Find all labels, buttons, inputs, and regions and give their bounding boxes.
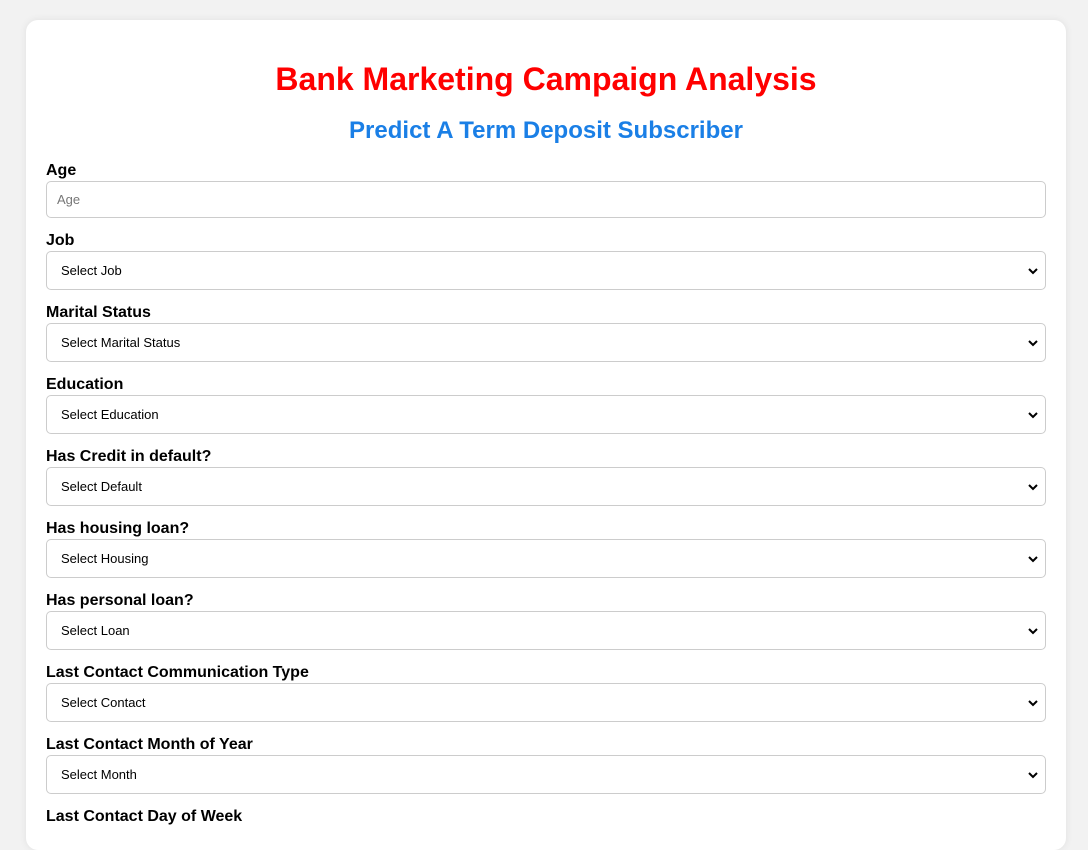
form-card: Bank Marketing Campaign Analysis Predict… <box>26 20 1066 850</box>
loan-label: Has personal loan? <box>46 592 194 609</box>
age-label: Age <box>46 162 77 179</box>
job-select[interactable]: Select Job <box>46 251 1046 290</box>
month-select[interactable]: Select Month <box>46 755 1046 794</box>
marital-select[interactable]: Select Marital Status <box>46 323 1046 362</box>
month-label: Last Contact Month of Year <box>46 736 253 753</box>
marital-field-group: Marital Status Select Marital Status <box>46 304 1046 362</box>
page-title: Bank Marketing Campaign Analysis <box>275 61 817 97</box>
housing-label: Has housing loan? <box>46 520 190 537</box>
loan-select[interactable]: Select Loan <box>46 611 1046 650</box>
housing-select[interactable]: Select Housing <box>46 539 1046 578</box>
default-field-group: Has Credit in default? Select Default <box>46 448 1046 506</box>
loan-select-value: Select Loan <box>61 623 130 638</box>
age-input[interactable] <box>46 181 1046 218</box>
marital-select-value: Select Marital Status <box>61 335 181 350</box>
chevron-down-icon <box>1027 481 1039 493</box>
default-select-value: Select Default <box>61 479 142 494</box>
contact-label: Last Contact Communication Type <box>46 664 309 681</box>
default-select[interactable]: Select Default <box>46 467 1046 506</box>
education-field-group: Education Select Education <box>46 376 1046 434</box>
chevron-down-icon <box>1027 265 1039 277</box>
chevron-down-icon <box>1027 337 1039 349</box>
housing-select-value: Select Housing <box>61 551 149 566</box>
age-field-group: Age <box>46 162 1046 218</box>
education-select[interactable]: Select Education <box>46 395 1046 434</box>
day-of-week-field-group: Last Contact Day of Week <box>46 808 1046 826</box>
marital-label: Marital Status <box>46 304 151 321</box>
job-field-group: Job Select Job <box>46 232 1046 290</box>
chevron-down-icon <box>1027 625 1039 637</box>
contact-field-group: Last Contact Communication Type Select C… <box>46 664 1046 722</box>
default-label: Has Credit in default? <box>46 448 212 465</box>
housing-field-group: Has housing loan? Select Housing <box>46 520 1046 578</box>
chevron-down-icon <box>1027 553 1039 565</box>
contact-select[interactable]: Select Contact <box>46 683 1046 722</box>
month-field-group: Last Contact Month of Year Select Month <box>46 736 1046 794</box>
prediction-form: Age Job Select Job Marital Status Select… <box>46 162 1046 826</box>
job-label: Job <box>46 232 75 249</box>
chevron-down-icon <box>1027 409 1039 421</box>
education-label: Education <box>46 376 124 393</box>
page-subtitle: Predict A Term Deposit Subscriber <box>349 117 743 144</box>
loan-field-group: Has personal loan? Select Loan <box>46 592 1046 650</box>
month-select-value: Select Month <box>61 767 137 782</box>
chevron-down-icon <box>1027 769 1039 781</box>
job-select-value: Select Job <box>61 263 122 278</box>
contact-select-value: Select Contact <box>61 695 146 710</box>
day-of-week-label: Last Contact Day of Week <box>46 808 243 825</box>
education-select-value: Select Education <box>61 407 159 422</box>
chevron-down-icon <box>1027 697 1039 709</box>
